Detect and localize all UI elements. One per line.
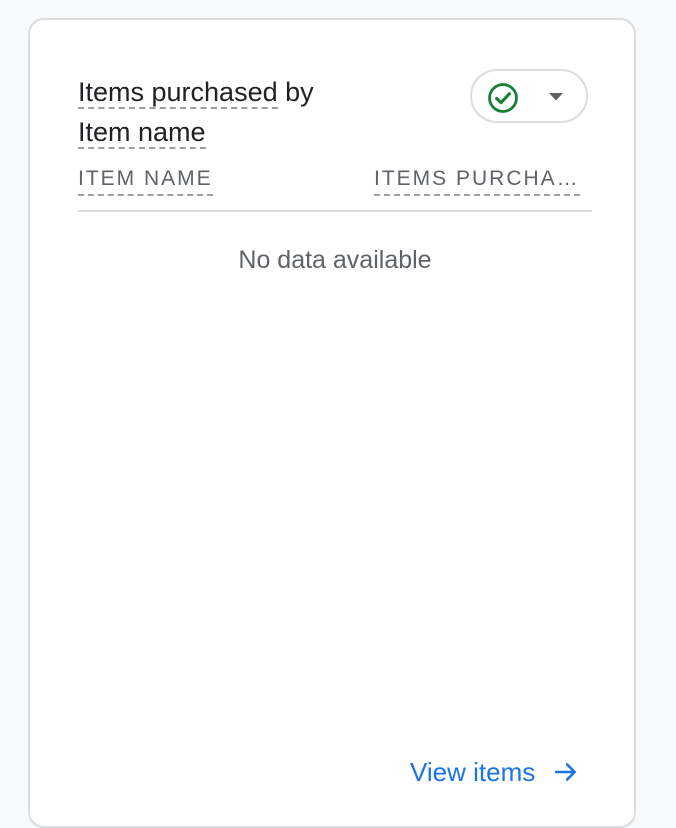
metric-label[interactable]: Items purchased xyxy=(78,77,278,109)
column-header-item-name[interactable]: ITEM NAME xyxy=(78,164,213,196)
empty-state-message: No data available xyxy=(238,246,432,274)
check-circle-icon xyxy=(488,83,518,113)
status-dropdown-button[interactable] xyxy=(470,69,588,123)
caret-down-icon xyxy=(549,93,563,101)
view-items-label: View items xyxy=(410,756,536,787)
dimension-label[interactable]: Item name xyxy=(78,117,206,149)
title-connector: by xyxy=(277,77,314,107)
arrow-right-icon xyxy=(555,763,577,781)
view-items-link[interactable]: View items xyxy=(410,752,579,792)
items-purchased-card: Items purchased by Item name ITEM NAME I… xyxy=(28,18,636,828)
column-header-items-purchased[interactable]: ITEMS PURCHA… xyxy=(374,164,580,196)
card-title: Items purchased by Item name xyxy=(78,72,378,152)
header-divider xyxy=(78,210,592,212)
